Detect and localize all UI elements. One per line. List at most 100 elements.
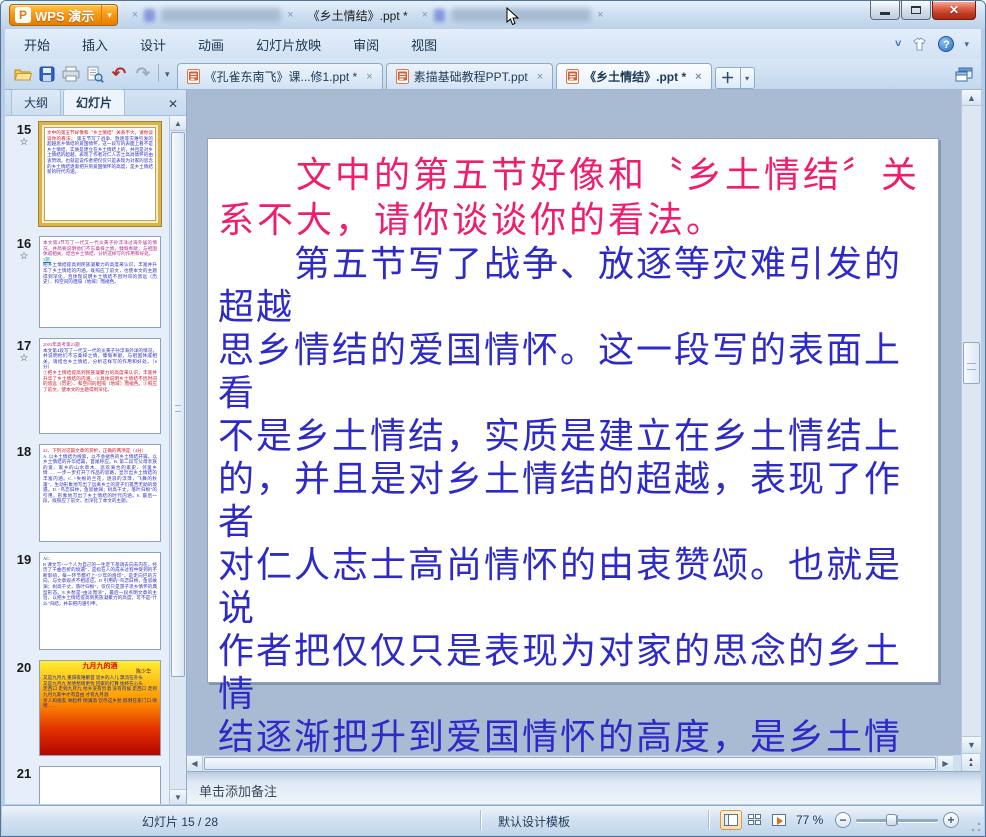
undo-icon: ↶: [111, 64, 127, 83]
thumb-head-text: 本文第4节写了一代又一代炎黄子孙浮洋过海外居的情况，并简要说明他们不忘桑梓之情，…: [43, 240, 157, 257]
scroll-down-icon[interactable]: ▼: [962, 736, 981, 752]
thumbnail-row-15[interactable]: 15 ☆ 文中的第五节好像和〝乡土情结〞关系不大，请你谈谈你的看法。 第五节写了…: [9, 122, 169, 226]
quick-access-dropdown-icon[interactable]: ▾: [162, 69, 173, 80]
thumbnail-row-17[interactable]: 17 ☆ 2003年高考第21题 本文第4段写了一代又一代的炎黄子孙浮海外洋的情…: [9, 338, 169, 434]
new-tab-button[interactable]: ＋: [714, 67, 741, 89]
horizontal-scrollbar[interactable]: ◀ ▶: [187, 755, 953, 771]
scroll-right-icon[interactable]: ▶: [937, 756, 953, 771]
menu-design[interactable]: 设计: [127, 31, 179, 58]
redacted-tab-close-icon[interactable]: ×: [287, 9, 293, 21]
thumbnail-row-21[interactable]: 21: [9, 766, 169, 804]
slide-canvas[interactable]: 文中的第五节好像和〝乡土情结〞关 系不大，请你谈谈你的看法。 第五节写了战争、放…: [187, 90, 961, 755]
redo-button[interactable]: ↷: [131, 62, 155, 86]
app-button-dropdown-icon[interactable]: ▾: [101, 5, 117, 25]
redacted-doc-icon: [144, 8, 156, 22]
thumbnail-row-18[interactable]: 18 22、下列对这篇文章的赏析，正确的两项是（4分） A. 以乡土情结为线索，…: [9, 444, 169, 542]
help-dropdown-icon[interactable]: ▾: [964, 39, 969, 50]
vertical-scrollbar-thumb[interactable]: [963, 342, 980, 384]
menu-review[interactable]: 审阅: [340, 31, 392, 58]
menu-view[interactable]: 视图: [398, 31, 450, 58]
ppt-file-icon: [395, 69, 409, 84]
redacted-tab-close-icon[interactable]: ×: [422, 9, 428, 21]
zoom-slider-midpoint: [897, 815, 898, 825]
panel-scrollbar-thumb[interactable]: [171, 132, 185, 677]
doc-tab-sumiao[interactable]: 素描基础教程PPT.ppt ×: [385, 63, 554, 89]
doc-tab-close-icon[interactable]: ×: [537, 71, 543, 83]
slide-thumbnail[interactable]: AC. B 课文写“一个人为自己的一生定下基调去向去内在，经历了千曲百折的境遇”…: [39, 552, 161, 650]
horizontal-scrollbar-thumb[interactable]: [204, 757, 936, 770]
menu-home[interactable]: 开始: [11, 31, 63, 58]
tab-slides[interactable]: 幻灯片: [63, 89, 126, 115]
workspace: 大纲 幻灯片 ✕ 15 ☆ 文中的第五节好像和〝乡土情结〞关系不大，请你谈谈你的…: [5, 89, 981, 804]
window-arrange-button[interactable]: [955, 67, 981, 82]
doc-tab-close-icon[interactable]: ×: [695, 71, 701, 83]
title-bar: P WPS 演示 ▾ × × 《乡土情结》.ppt * × × ✕: [1, 1, 985, 29]
thumbnail-row-19[interactable]: 19 AC. B 课文写“一个人为自己的一生定下基调去向去内在，经历了千曲百折的…: [9, 552, 169, 650]
thumb-head-text: 22、下列对这篇文章的赏析，正确的两项是（4分）: [43, 448, 147, 453]
redacted-tab-close-icon[interactable]: ×: [597, 9, 603, 21]
normal-view-button[interactable]: [720, 810, 742, 830]
zoom-in-button[interactable]: +: [943, 812, 959, 828]
slide-title-text[interactable]: 文中的第五节好像和〝乡土情结〞关 系不大，请你谈谈你的看法。: [218, 153, 928, 243]
menu-right-tools: ˅ ? ▾: [895, 36, 981, 52]
scroll-left-icon[interactable]: ◀: [187, 756, 203, 771]
print-button[interactable]: [59, 62, 83, 86]
toolbar: ↶ ↷ ▾ 《孔雀东南飞》课...修1.ppt * × 素描基础教程PPT.pp…: [5, 59, 981, 90]
slide-thumbnail[interactable]: 2003年高考第21题 本文第4段写了一代又一代的炎黄子孙浮海外洋的情况，并说明…: [39, 338, 161, 434]
panel-tabs: 大纲 幻灯片 ✕: [5, 89, 186, 116]
doc-tab-kongque[interactable]: 《孔雀东南飞》课...修1.ppt * ×: [176, 63, 383, 89]
minimize-button[interactable]: [870, 1, 900, 20]
zoom-slider-knob[interactable]: [886, 814, 897, 826]
close-button[interactable]: ✕: [932, 1, 976, 20]
skin-shirt-icon[interactable]: [911, 36, 928, 52]
redacted-tab-close-icon[interactable]: ×: [132, 9, 138, 21]
panel-close-icon[interactable]: ✕: [168, 97, 178, 111]
scroll-down-icon[interactable]: ▼: [170, 789, 186, 804]
collapse-ribbon-icon[interactable]: ˅: [895, 38, 901, 50]
zoom-out-button[interactable]: −: [835, 812, 851, 828]
wps-app-button[interactable]: P WPS 演示 ▾: [9, 4, 118, 26]
maximize-button[interactable]: [901, 1, 931, 20]
slide-sorter-icon: [748, 814, 762, 826]
redacted-tab[interactable]: [161, 8, 282, 22]
slide-thumbnail[interactable]: 九月九的酒 陈少华 又是九月九 重阳夜难聚首 思乡的人儿 飘流在外头 又是九月九…: [39, 660, 161, 756]
thumbnail-row-16[interactable]: 16 ☆ 本文第4节写了一代又一代炎黄子孙浮洋过海外居的情况，并简要说明他们不忘…: [9, 236, 169, 328]
titlebar-active-doc-title[interactable]: 《乡土情结》.ppt *: [300, 7, 416, 24]
design-template-label[interactable]: 默认设计模板: [498, 813, 570, 830]
scroll-up-icon[interactable]: ▲: [962, 90, 981, 106]
thumbnail-row-20[interactable]: 20 九月九的酒 陈少华 又是九月九 重阳夜难聚首 思乡的人儿 飘流在外头 又是…: [9, 660, 169, 756]
doc-tab-label: 素描基础教程PPT.ppt: [413, 70, 528, 84]
tab-outline[interactable]: 大纲: [11, 89, 62, 115]
notes-area[interactable]: 单击添加备注: [187, 771, 981, 804]
slide-thumbnail[interactable]: [39, 766, 161, 804]
open-button[interactable]: [11, 62, 35, 86]
slide-body-text[interactable]: 第五节写了战争、放逐等灾难引发的超越 思乡情结的爱国情怀。这一段写的表面上看 不…: [218, 243, 928, 755]
vertical-scrollbar[interactable]: ▲ ▼: [961, 90, 981, 752]
thumb-body-text: 把乡土情结提高到民族凝聚力的高度来认识，丰富并升华了乡土情结的内涵。既照应了前文…: [43, 262, 157, 285]
print-preview-button[interactable]: [83, 62, 107, 86]
help-icon[interactable]: ?: [938, 36, 955, 52]
slideshow-button[interactable]: [768, 810, 790, 830]
resize-grip[interactable]: [971, 822, 981, 832]
doc-tab-close-icon[interactable]: ×: [366, 71, 372, 83]
redacted-tab[interactable]: [451, 8, 592, 22]
slide-thumbnail[interactable]: 本文第4节写了一代又一代炎黄子孙浮洋过海外居的情况，并简要说明他们不忘桑梓之情，…: [39, 236, 161, 328]
scroll-up-icon[interactable]: ▲: [170, 116, 186, 131]
menu-slideshow[interactable]: 幻灯片放映: [243, 31, 334, 58]
undo-button[interactable]: ↶: [107, 62, 131, 86]
thumb-num-col: 19: [9, 552, 39, 650]
current-slide[interactable]: 文中的第五节好像和〝乡土情结〞关 系不大，请你谈谈你的看法。 第五节写了战争、放…: [207, 138, 939, 755]
panel-scrollbar[interactable]: ▲ ▼: [169, 116, 186, 804]
menu-animation[interactable]: 动画: [185, 31, 237, 58]
doc-tab-xiangtu-active[interactable]: 《乡土情结》.ppt * ×: [556, 63, 712, 89]
statusbar-separator: [708, 810, 709, 830]
thumb-num-col: 21: [9, 766, 39, 804]
menu-insert[interactable]: 插入: [69, 31, 121, 58]
slide-sorter-view-button[interactable]: [744, 810, 766, 830]
slide-thumbnail-selected[interactable]: 文中的第五节好像和〝乡土情结〞关系不大，请你谈谈你的看法。 第五节写了战争、放逐…: [39, 122, 161, 226]
previous-slide-button[interactable]: ▲ ▲: [961, 753, 981, 772]
new-tab-dropdown-icon[interactable]: ▾: [740, 67, 755, 89]
save-button[interactable]: [35, 62, 59, 86]
slide-thumbnail[interactable]: 22、下列对这篇文章的赏析，正确的两项是（4分） A. 以乡土情结为线索，以不会…: [39, 444, 161, 542]
thumb-num-col: 17 ☆: [9, 338, 39, 434]
